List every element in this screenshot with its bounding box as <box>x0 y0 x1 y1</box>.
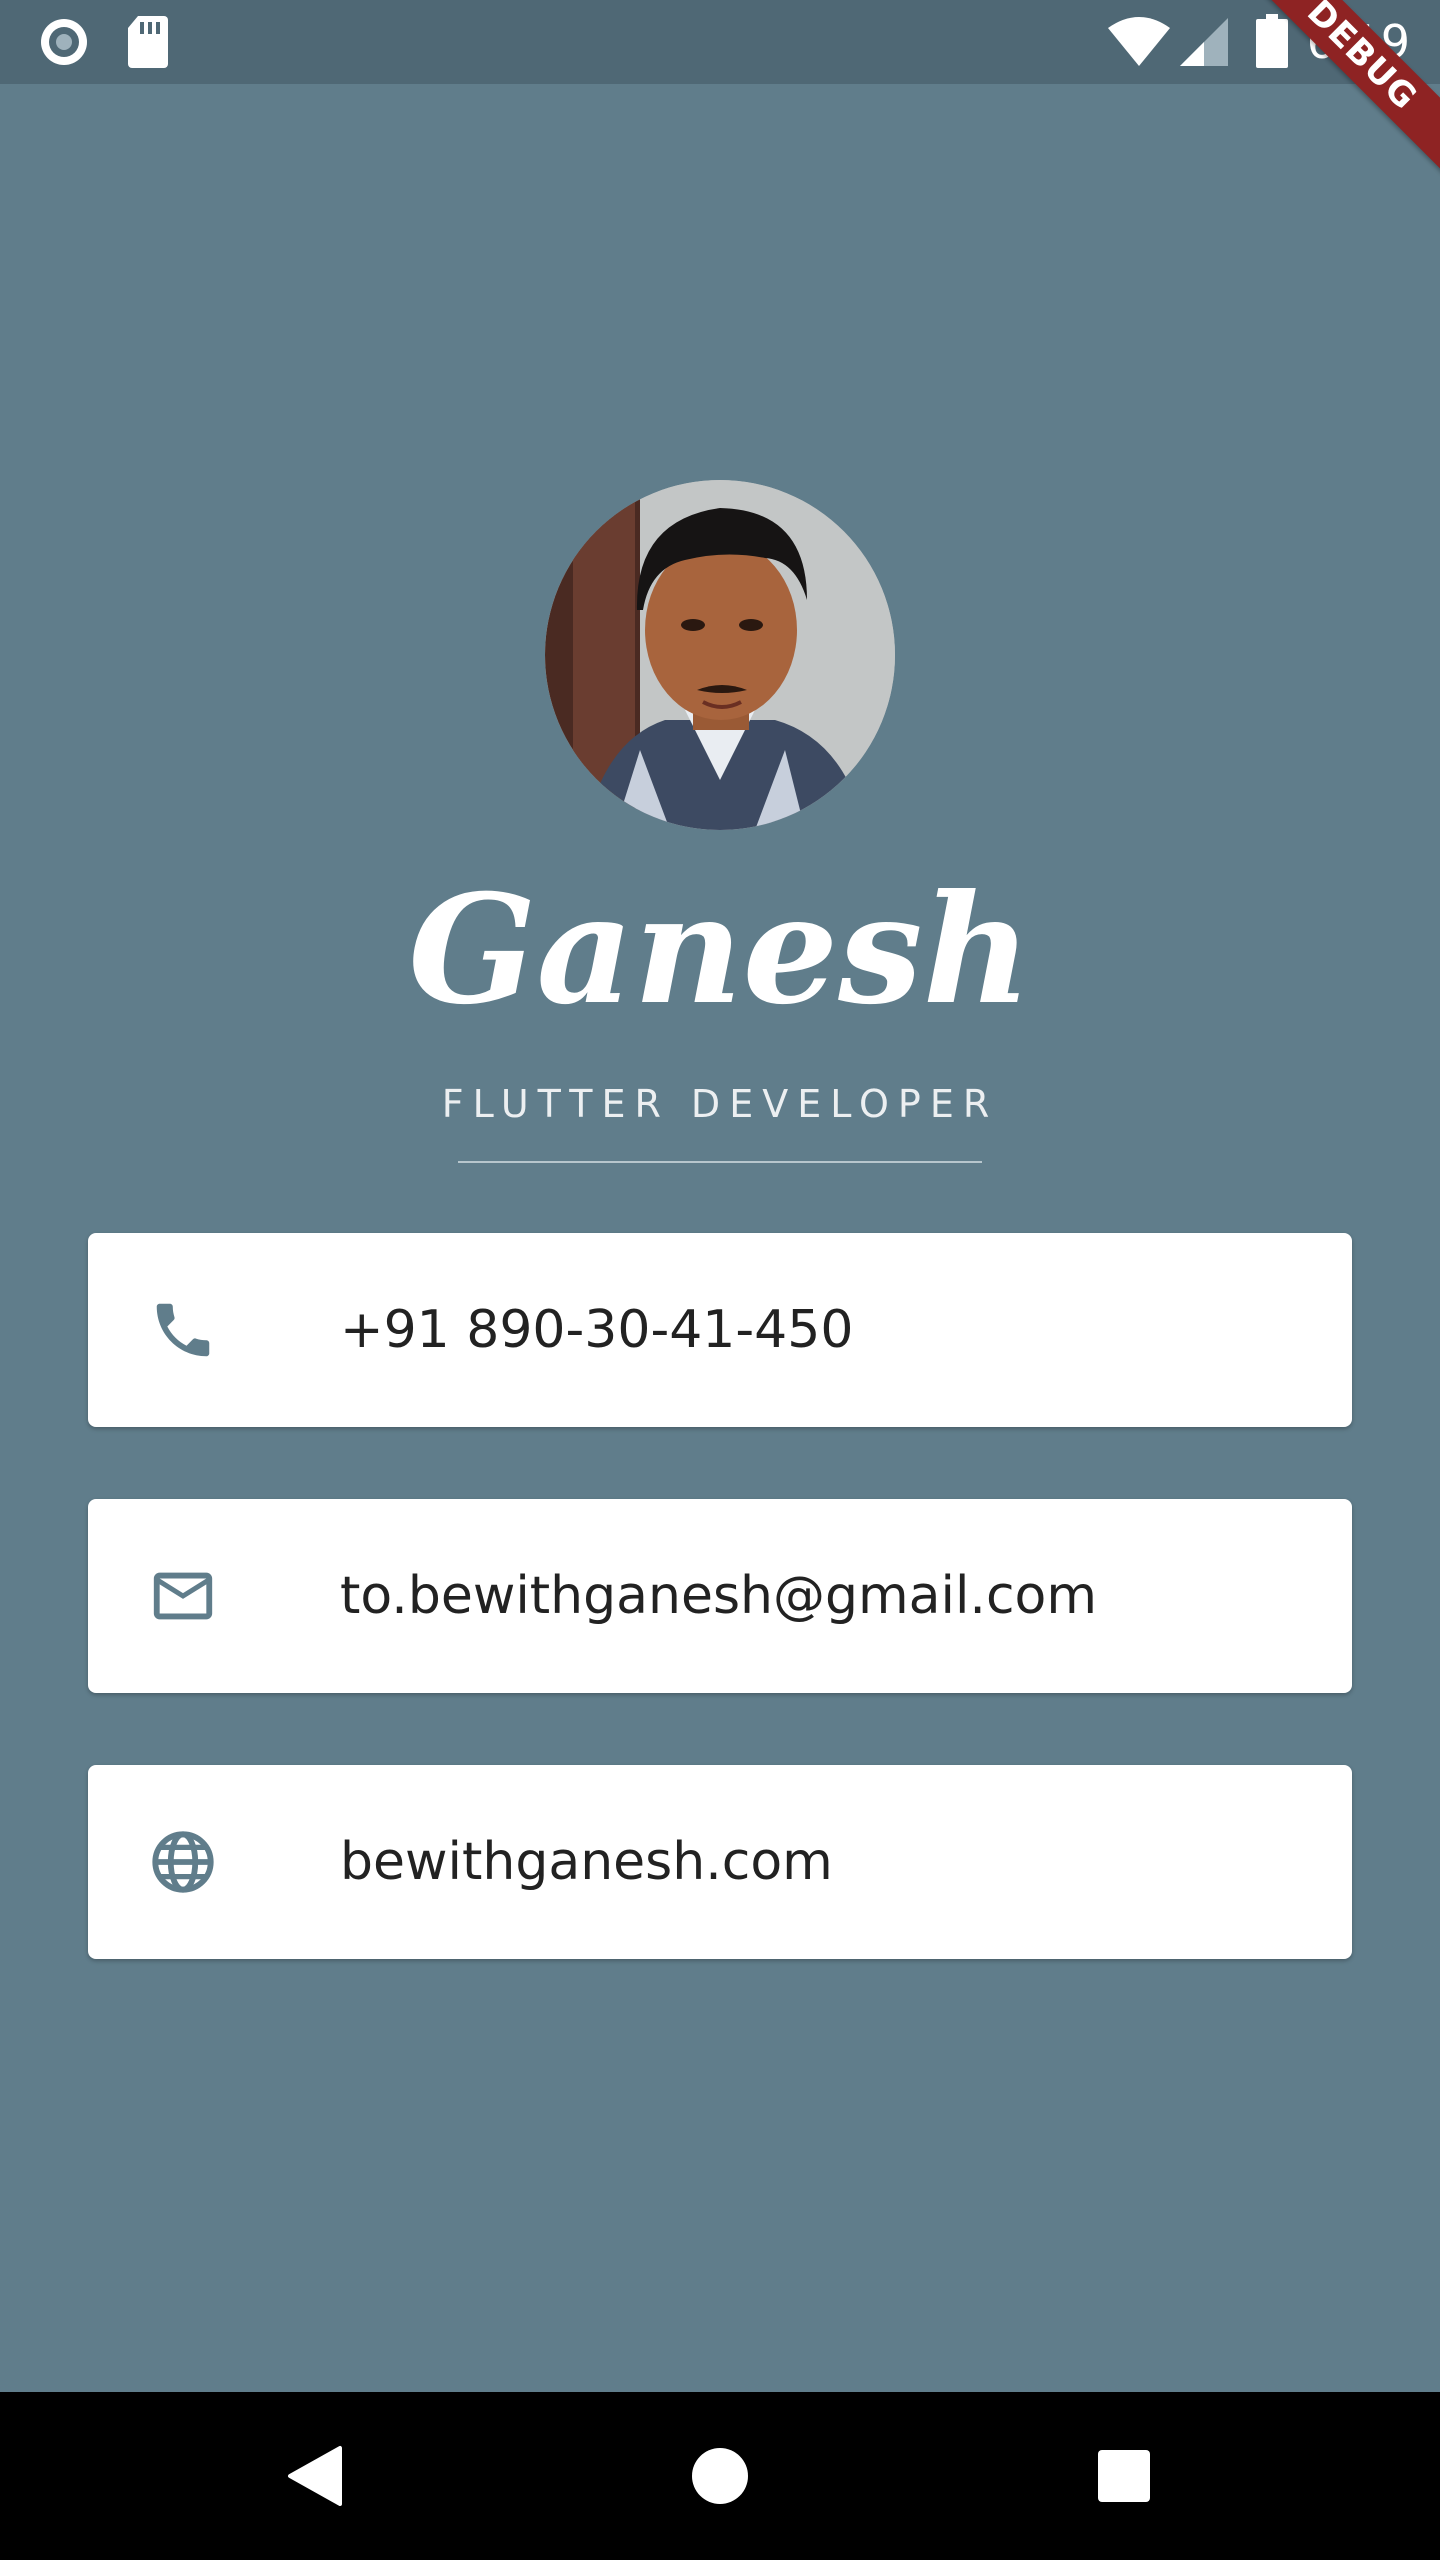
globe-icon <box>152 1831 214 1893</box>
navigation-bar <box>0 2392 1440 2560</box>
avatar <box>545 480 895 830</box>
website-url: bewithganesh.com <box>340 1832 833 1892</box>
home-icon[interactable] <box>678 2434 762 2518</box>
phone-number: +91 890-30-41-450 <box>340 1300 854 1360</box>
divider <box>458 1161 982 1163</box>
recents-icon[interactable] <box>1082 2434 1166 2518</box>
record-icon <box>41 19 87 65</box>
signal-icon <box>1180 18 1228 66</box>
sd-card-icon <box>128 16 168 68</box>
email-address: to.bewithganesh@gmail.com <box>340 1566 1098 1626</box>
website-card[interactable]: bewithganesh.com <box>88 1765 1352 1959</box>
mail-icon <box>153 1572 213 1620</box>
email-card[interactable]: to.bewithganesh@gmail.com <box>88 1499 1352 1693</box>
profile-name: Ganesh <box>408 862 1032 1038</box>
status-bar: 6:19 <box>0 0 1440 84</box>
back-icon[interactable] <box>274 2434 358 2518</box>
phone-card[interactable]: +91 890-30-41-450 <box>88 1233 1352 1427</box>
profile-role: FLUTTER DEVELOPER <box>441 1082 999 1126</box>
battery-icon <box>1256 14 1288 68</box>
wifi-icon <box>1108 17 1170 66</box>
profile-photo <box>545 480 895 830</box>
phone-icon <box>156 1303 210 1357</box>
